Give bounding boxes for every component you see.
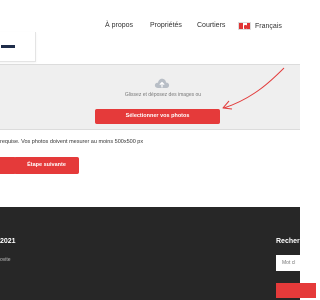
cloud-upload-icon — [154, 78, 170, 88]
footer-subtext: ovite — [0, 257, 11, 263]
photo-thumbnail-card — [0, 32, 36, 62]
card-bar — [1, 45, 15, 48]
select-photos-button[interactable]: Sélectionner vos photos — [95, 109, 220, 124]
arrow-annotation-icon — [222, 67, 285, 110]
footer-search-button[interactable] — [276, 283, 316, 298]
nav-link-proprietes[interactable]: Propriétés — [150, 22, 182, 29]
language-label: Français — [255, 22, 282, 30]
footer-copyright-year: 2021 — [0, 238, 16, 245]
nav-link-courtiers[interactable]: Courtiers — [197, 22, 225, 29]
footer-search-heading: Recherc — [276, 238, 304, 245]
site-footer: 2021 ovite Recherc — [0, 207, 316, 300]
next-step-button[interactable]: Étape suivante — [14, 157, 79, 174]
footer-search-input[interactable] — [276, 255, 316, 271]
language-switcher[interactable]: Français — [238, 22, 282, 30]
canada-flag-icon — [238, 22, 251, 30]
photo-requirement-text: requise. Vos photos doivent mesurer au m… — [0, 139, 144, 145]
nav-link-a-propos[interactable]: À propos — [105, 22, 133, 29]
